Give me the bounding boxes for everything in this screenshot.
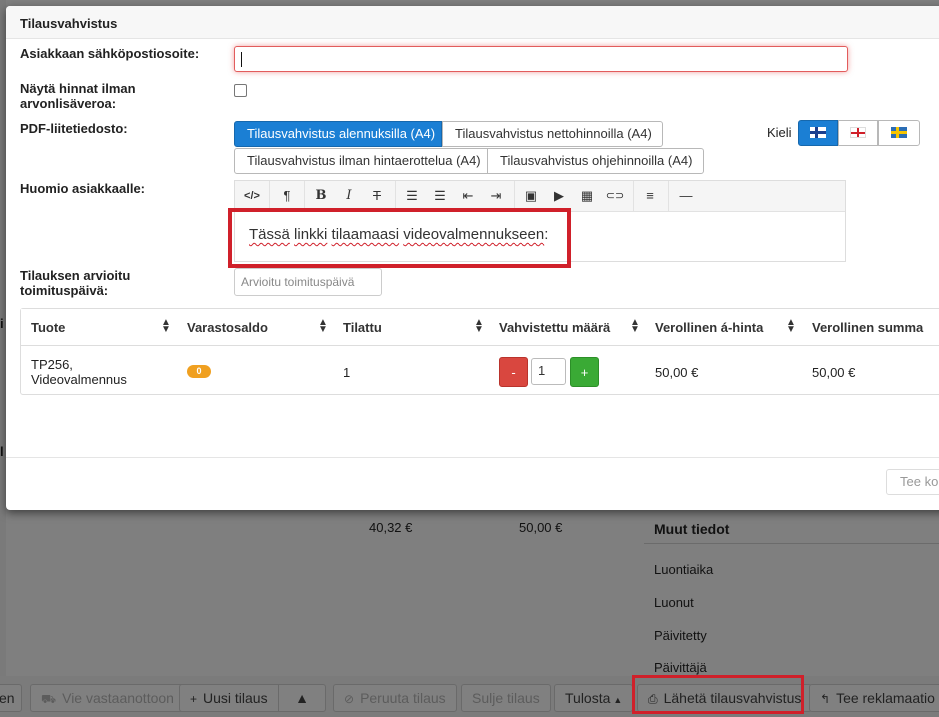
vat-label: Näytä hinnat ilman arvonlisäveroa: xyxy=(20,81,136,111)
table-icon[interactable]: ▦ xyxy=(577,187,597,205)
plus-icon: + xyxy=(190,692,198,706)
sort-icon[interactable]: ▲ ▼ xyxy=(318,318,328,335)
pdf-label: PDF-liitetiedosto: xyxy=(20,121,128,136)
pdf-option-guide-prices[interactable]: Tilausvahvistus ohjehinnoilla (A4) xyxy=(487,148,704,174)
email-label: Asiakkaan sähköpostiosoite: xyxy=(20,46,200,61)
bullet-list-icon[interactable]: ☰ xyxy=(402,187,422,205)
language-sv-button[interactable] xyxy=(878,120,920,146)
background-fragment: i xyxy=(0,316,4,331)
email-field[interactable] xyxy=(234,46,848,72)
toolbar-separator xyxy=(395,181,396,211)
image-icon[interactable]: ▣ xyxy=(521,187,541,205)
bold-icon[interactable]: B xyxy=(311,187,331,205)
column-header-ordered[interactable]: Tilattu xyxy=(343,320,382,335)
print-button[interactable]: Tulosta ▲ xyxy=(554,684,634,712)
outdent-icon[interactable]: ⇤ xyxy=(458,187,478,205)
order-confirmation-modal: Tilausvahvistus Asiakkaan sähköpostiosoi… xyxy=(6,6,939,510)
modal-header xyxy=(6,6,939,39)
caret-up-icon: ▲ xyxy=(613,695,623,705)
toolbar-separator xyxy=(633,181,634,211)
toolbar-separator xyxy=(514,181,515,211)
code-view-icon[interactable]: </> xyxy=(242,187,262,205)
toolbar-separator xyxy=(668,181,669,211)
stock-badge: 0 xyxy=(187,365,211,378)
toolbar-separator xyxy=(304,181,305,211)
vat-checkbox[interactable] xyxy=(234,84,247,97)
pdf-option-discounts[interactable]: Tilausvahvistus alennuksilla (A4) xyxy=(234,121,442,147)
sort-icon[interactable]: ▲ ▼ xyxy=(161,318,171,335)
divider xyxy=(644,543,939,544)
total-cell: 50,00 € xyxy=(812,365,856,380)
language-fi-button[interactable] xyxy=(798,120,838,146)
sort-icon[interactable]: ▲ ▼ xyxy=(786,318,796,335)
annotation-highlight-send xyxy=(632,675,804,714)
sort-icon[interactable]: ▲ ▼ xyxy=(474,318,484,335)
indent-icon[interactable]: ⇥ xyxy=(486,187,506,205)
language-label: Kieli xyxy=(767,125,792,140)
toolbar-separator xyxy=(269,181,270,211)
background-amount: 50,00 € xyxy=(519,520,563,535)
new-order-dropdown-toggle[interactable]: ▲ xyxy=(278,684,326,712)
column-header-confirmed-qty[interactable]: Vahvistettu määrä xyxy=(499,320,610,335)
new-order-button[interactable]: + Uusi tilaus xyxy=(179,684,279,712)
order-lines-table: Tuote ▲ ▼ Varastosaldo ▲ ▼ Tilattu ▲ ▼ Vahv… xyxy=(20,308,939,395)
receive-button[interactable]: ⛟ Vie vastaanottoon xyxy=(30,684,185,712)
pdf-option-net-prices[interactable]: Tilausvahvistus nettohinnoilla (A4) xyxy=(442,121,663,147)
reply-icon: ↰ xyxy=(820,692,831,706)
annotation-highlight-note xyxy=(228,208,571,268)
product-cell: TP256, Videovalmennus xyxy=(31,357,127,387)
flag-sv-icon xyxy=(891,127,907,139)
background-amount: 40,32 € xyxy=(369,520,413,535)
truck-icon: ⛟ xyxy=(41,692,57,706)
decrease-qty-button[interactable]: - xyxy=(499,357,528,387)
partial-toolbar-button[interactable]: en xyxy=(0,684,22,712)
close-order-button[interactable]: Sulje tilaus xyxy=(461,684,551,712)
horizontal-rule-icon[interactable]: — xyxy=(676,187,696,205)
delivery-date-label: Tilauksen arvioitu toimituspäivä: xyxy=(20,268,131,298)
delivery-date-input[interactable]: Arvioitu toimituspäivä xyxy=(234,268,382,296)
caret-up-icon: ▲ xyxy=(295,690,309,706)
column-header-product[interactable]: Tuote xyxy=(31,320,65,335)
flag-en-icon xyxy=(850,127,866,139)
flag-fi-icon xyxy=(810,127,826,139)
column-header-total[interactable]: Verollinen summa xyxy=(812,320,923,335)
note-label: Huomio asiakkaalle: xyxy=(20,181,145,196)
other-info-title: Muut tiedot xyxy=(654,521,730,537)
modal-submit-button[interactable]: Tee ko xyxy=(886,469,939,495)
language-en-button[interactable] xyxy=(838,120,878,146)
modal-title: Tilausvahvistus xyxy=(20,16,118,31)
ordered-cell: 1 xyxy=(343,365,351,380)
pdf-option-no-price-breakdown[interactable]: Tilausvahvistus ilman hintaerottelua (A4… xyxy=(234,148,488,174)
column-header-stock[interactable]: Varastosaldo xyxy=(187,320,268,335)
link-icon[interactable]: ⊂⊃ xyxy=(605,187,625,205)
cancel-order-button[interactable]: ⊘ Peruuta tilaus xyxy=(333,684,457,712)
increase-qty-button[interactable]: + xyxy=(570,357,599,387)
background-fragment: l xyxy=(0,444,4,459)
strikethrough-icon[interactable]: T xyxy=(367,187,387,205)
sort-icon[interactable]: ▲ ▼ xyxy=(630,318,640,335)
table-header: Tuote ▲ ▼ Varastosaldo ▲ ▼ Tilattu ▲ ▼ Vahv… xyxy=(21,309,939,346)
text-caret xyxy=(241,52,242,67)
ban-icon: ⊘ xyxy=(344,692,355,706)
unit-price-cell: 50,00 € xyxy=(655,365,699,380)
paragraph-icon[interactable]: ¶ xyxy=(277,187,297,205)
info-created-time: Luontiaika xyxy=(654,562,714,577)
numbered-list-icon[interactable]: ☰ xyxy=(430,187,450,205)
info-updated-by: Päivittäjä xyxy=(654,660,707,675)
italic-icon[interactable]: I xyxy=(339,187,359,205)
complaint-button[interactable]: ↰ Tee reklamaatio xyxy=(809,684,939,712)
modal-footer-divider xyxy=(6,457,939,458)
info-updated: Päivitetty xyxy=(654,628,707,643)
align-icon[interactable]: ≡ xyxy=(640,187,660,205)
confirmed-qty-input[interactable]: 1 xyxy=(531,358,566,385)
info-created-by: Luonut xyxy=(654,595,694,610)
video-icon[interactable]: ▶ xyxy=(549,187,569,205)
column-header-unit-price[interactable]: Verollinen á-hinta xyxy=(655,320,763,335)
